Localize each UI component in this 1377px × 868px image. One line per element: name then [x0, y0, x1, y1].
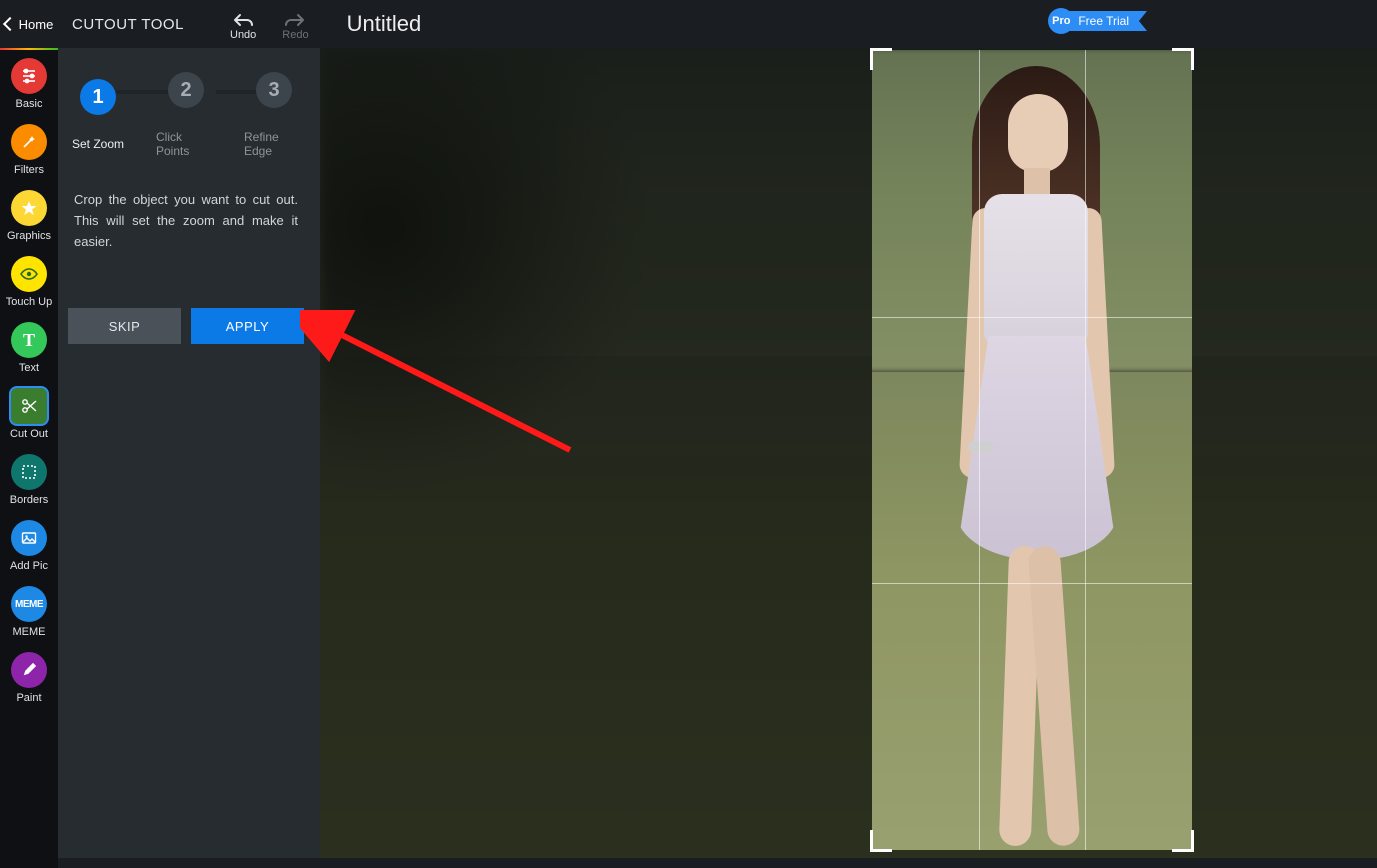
star-icon	[11, 190, 47, 226]
rail-label: Graphics	[7, 230, 51, 242]
step-label: Click Points	[156, 130, 216, 158]
cutout-panel: 1 Set Zoom 2 Click Points 3 Refine Edge …	[58, 48, 320, 858]
crop-handle-tr[interactable]	[1172, 48, 1194, 70]
rail-label: Add Pic	[10, 560, 48, 572]
rail-touchup[interactable]: Touch Up	[0, 256, 58, 308]
rail-label: Cut Out	[10, 428, 48, 440]
rail-filters[interactable]: Filters	[0, 124, 58, 176]
rail-borders[interactable]: Borders	[0, 454, 58, 506]
subject-person	[930, 60, 1130, 850]
step-indicator: 1 Set Zoom 2 Click Points 3 Refine Edge	[68, 72, 304, 158]
rail-label: Filters	[14, 164, 44, 176]
panel-help-text: Crop the object you want to cut out. Thi…	[74, 190, 298, 252]
rail-label: Basic	[16, 98, 43, 110]
frame-icon	[11, 454, 47, 490]
crop-dim-overlay	[320, 48, 1377, 858]
undo-label: Undo	[230, 29, 256, 41]
rail-label: MEME	[13, 626, 46, 638]
rail-basic[interactable]: Basic	[0, 58, 58, 110]
tool-rail: Basic Filters Graphics Touch Up T Text C…	[0, 48, 58, 868]
chevron-left-icon	[3, 17, 17, 31]
rail-cutout[interactable]: Cut Out	[0, 388, 58, 440]
crop-visible-area	[872, 50, 1192, 850]
step-number: 3	[256, 72, 292, 108]
apply-button[interactable]: APPLY	[191, 308, 304, 344]
home-label: Home	[19, 17, 54, 32]
wand-icon	[11, 124, 47, 160]
rail-paint[interactable]: Paint	[0, 652, 58, 704]
undo-icon	[232, 11, 254, 29]
panel-title: CUTOUT TOOL	[58, 16, 222, 33]
undo-button[interactable]: Undo	[230, 11, 256, 41]
redo-button[interactable]: Redo	[282, 11, 308, 41]
step-click-points[interactable]: 2 Click Points	[156, 72, 216, 158]
step-refine-edge[interactable]: 3 Refine Edge	[244, 72, 304, 158]
pro-free-trial-badge[interactable]: Pro Free Trial	[1048, 8, 1147, 34]
pro-flag-label: Free Trial	[1066, 11, 1147, 31]
rail-label: Text	[19, 362, 39, 374]
redo-label: Redo	[282, 29, 308, 41]
sliders-icon	[11, 58, 47, 94]
step-number: 2	[168, 72, 204, 108]
rail-meme[interactable]: MEME MEME	[0, 586, 58, 638]
crop-selection[interactable]	[872, 50, 1192, 850]
rail-label: Paint	[16, 692, 41, 704]
crop-handle-bl[interactable]	[870, 830, 892, 852]
rail-addpic[interactable]: Add Pic	[0, 520, 58, 572]
rail-label: Borders	[10, 494, 49, 506]
eye-icon	[11, 256, 47, 292]
image-icon	[11, 520, 47, 556]
crop-handle-tl[interactable]	[870, 48, 892, 70]
meme-icon: MEME	[11, 586, 47, 622]
brush-icon	[11, 652, 47, 688]
home-button[interactable]: Home	[0, 0, 58, 48]
scissors-icon	[11, 388, 47, 424]
crop-handle-br[interactable]	[1172, 830, 1194, 852]
canvas-area[interactable]	[320, 48, 1377, 858]
document-title: Untitled	[347, 11, 422, 37]
rail-label: Touch Up	[6, 296, 52, 308]
skip-button[interactable]: SKIP	[68, 308, 181, 344]
step-label: Refine Edge	[244, 130, 304, 158]
rail-accent-strip	[0, 48, 58, 50]
rail-text[interactable]: T Text	[0, 322, 58, 374]
step-label: Set Zoom	[72, 137, 124, 151]
redo-icon	[284, 11, 306, 29]
step-set-zoom[interactable]: 1 Set Zoom	[68, 79, 128, 151]
step-number: 1	[80, 79, 116, 115]
text-icon: T	[11, 322, 47, 358]
rail-graphics[interactable]: Graphics	[0, 190, 58, 242]
